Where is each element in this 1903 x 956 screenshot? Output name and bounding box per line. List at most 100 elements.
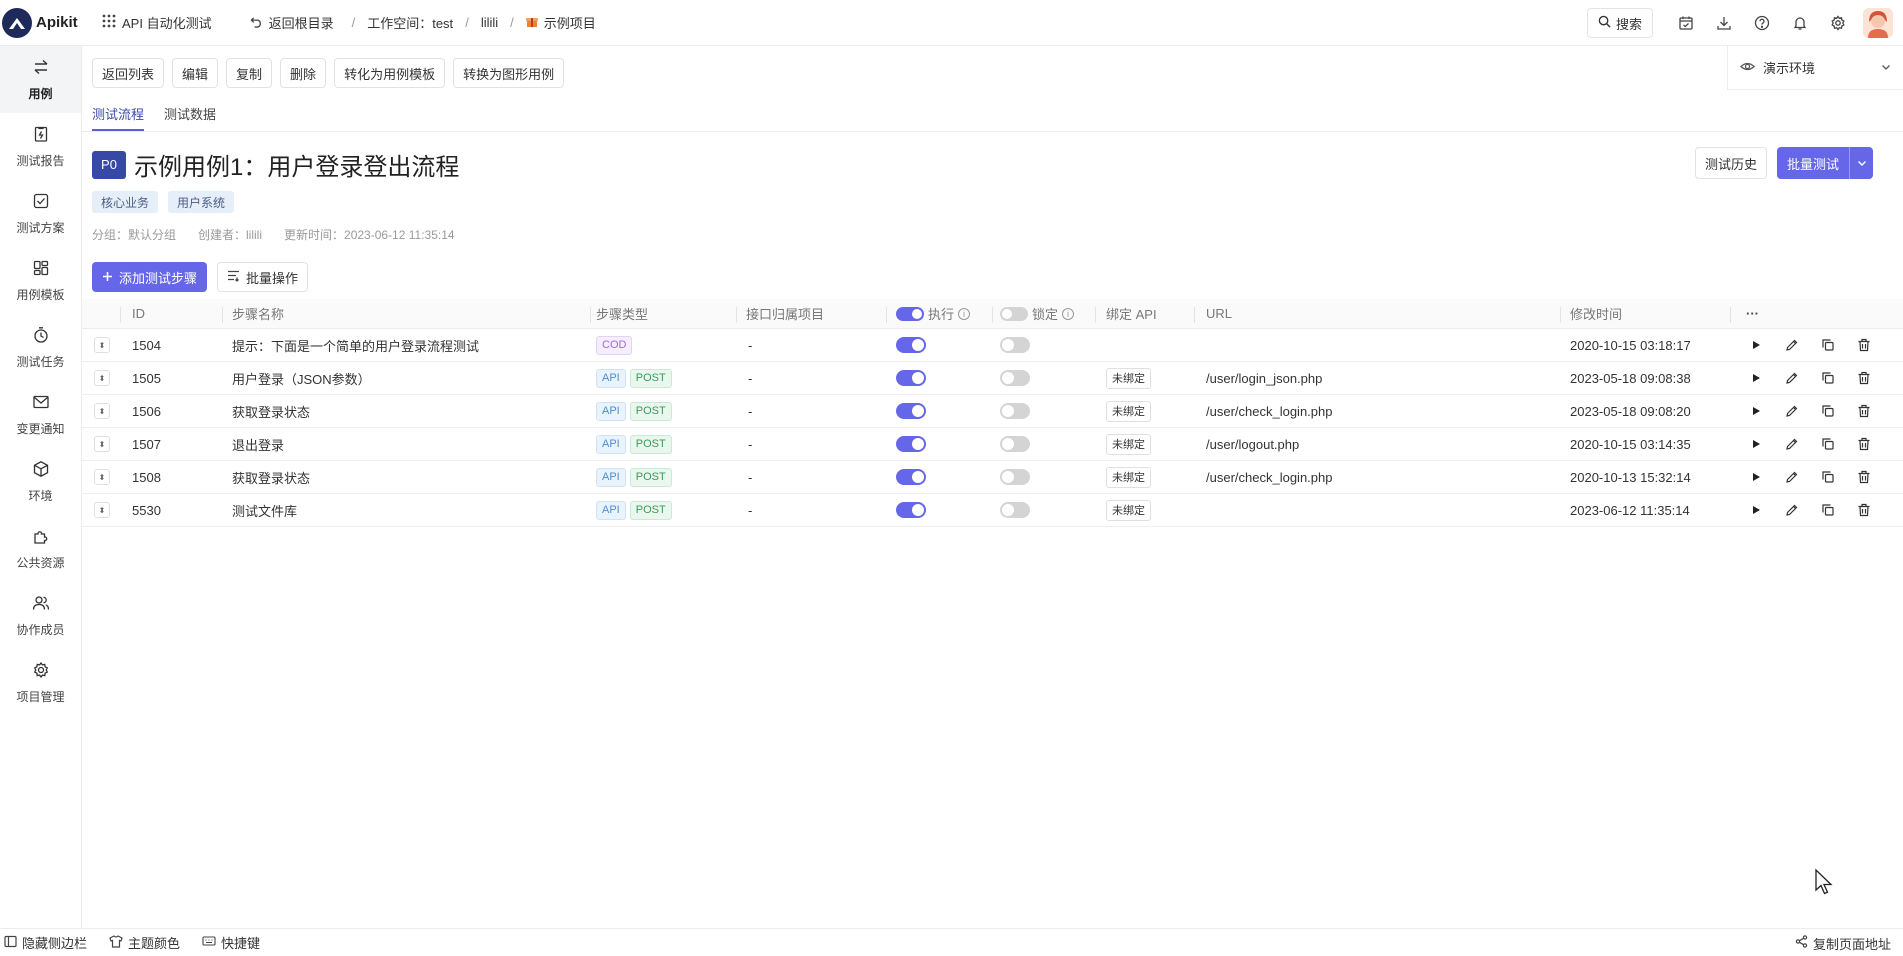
edit-icon[interactable] [1782, 368, 1802, 388]
logo[interactable]: Apikit [0, 0, 82, 46]
copy-url-button[interactable]: 复制页面地址 [1795, 929, 1891, 956]
sidebar-item-notifications[interactable]: 变更通知 [0, 381, 81, 448]
tab-test-data[interactable]: 测试数据 [164, 104, 216, 131]
bind-status[interactable]: 未绑定 [1106, 400, 1151, 422]
back-list-button[interactable]: 返回列表 [92, 58, 165, 88]
tab-test-flow[interactable]: 测试流程 [92, 104, 145, 131]
breadcrumb-user[interactable]: lilili [481, 15, 498, 30]
play-icon[interactable] [1746, 500, 1766, 520]
bind-status[interactable]: 未绑定 [1106, 433, 1151, 455]
table-row[interactable]: ⬍ 1507 退出登录 API POST - 未绑定 /user/logout.… [82, 428, 1903, 461]
copy-icon[interactable] [1818, 335, 1838, 355]
test-history-button[interactable]: 测试历史 [1694, 147, 1767, 179]
copy-button[interactable]: 复制 [226, 58, 273, 88]
table-row[interactable]: ⬍ 5530 测试文件库 API POST - 未绑定 2023-06-12 1… [82, 494, 1903, 527]
help-icon[interactable] [1743, 4, 1781, 42]
hide-sidebar-button[interactable]: 隐藏侧边栏 [4, 933, 87, 952]
batch-ops-button[interactable]: 批量操作 [217, 262, 309, 292]
sidebar-item-project-settings[interactable]: 项目管理 [0, 649, 81, 716]
edit-button[interactable]: 编辑 [172, 58, 219, 88]
copy-icon[interactable] [1818, 401, 1838, 421]
lock-toggle[interactable] [1000, 502, 1030, 518]
step-name[interactable]: 获取登录状态 [232, 461, 310, 493]
sidebar-item-plans[interactable]: 测试方案 [0, 180, 81, 247]
settings-gear-icon[interactable] [1819, 4, 1857, 42]
batch-test-button[interactable]: 批量测试 [1776, 147, 1873, 179]
bind-status[interactable]: 未绑定 [1106, 466, 1151, 488]
bind-status[interactable]: 未绑定 [1106, 499, 1151, 521]
back-root-button[interactable]: 返回根目录 [250, 13, 334, 32]
lock-toggle[interactable] [1000, 403, 1030, 419]
add-step-button[interactable]: 添加测试步骤 [92, 262, 208, 292]
play-icon[interactable] [1746, 467, 1766, 487]
step-name[interactable]: 退出登录 [232, 428, 284, 460]
sidebar-item-public-resources[interactable]: 公共资源 [0, 515, 81, 582]
step-name[interactable]: 获取登录状态 [232, 395, 310, 427]
sidebar-item-reports[interactable]: 测试报告 [0, 113, 81, 180]
chevron-down-icon[interactable] [1849, 147, 1873, 179]
environment-select[interactable]: 演示环境 [1727, 46, 1903, 90]
theme-color-button[interactable]: 主题颜色 [109, 933, 180, 952]
drag-handle-icon[interactable]: ⬍ [94, 469, 110, 485]
copy-icon[interactable] [1818, 368, 1838, 388]
lock-toggle[interactable] [1000, 469, 1030, 485]
edit-icon[interactable] [1782, 467, 1802, 487]
lock-toggle[interactable] [1000, 370, 1030, 386]
trash-icon[interactable] [1854, 434, 1874, 454]
edit-icon[interactable] [1782, 401, 1802, 421]
calendar-icon[interactable] [1667, 4, 1705, 42]
drag-handle-icon[interactable]: ⬍ [94, 436, 110, 452]
drag-handle-icon[interactable]: ⬍ [94, 370, 110, 386]
lock-all-toggle[interactable] [1000, 306, 1028, 321]
step-name[interactable]: 提示：下面是一个简单的用户登录流程测试 [232, 329, 479, 361]
copy-icon[interactable] [1818, 500, 1838, 520]
drag-handle-icon[interactable]: ⬍ [94, 403, 110, 419]
download-icon[interactable] [1705, 4, 1743, 42]
delete-button[interactable]: 删除 [280, 58, 327, 88]
drag-handle-icon[interactable]: ⬍ [94, 502, 110, 518]
table-row[interactable]: ⬍ 1508 获取登录状态 API POST - 未绑定 /user/check… [82, 461, 1903, 494]
edit-icon[interactable] [1782, 335, 1802, 355]
copy-icon[interactable] [1818, 467, 1838, 487]
exec-toggle[interactable] [896, 370, 926, 386]
table-row[interactable]: ⬍ 1505 用户登录（JSON参数） API POST - 未绑定 /user… [82, 362, 1903, 395]
trash-icon[interactable] [1854, 335, 1874, 355]
play-icon[interactable] [1746, 368, 1766, 388]
exec-toggle[interactable] [896, 469, 926, 485]
edit-icon[interactable] [1782, 500, 1802, 520]
trash-icon[interactable] [1854, 368, 1874, 388]
bell-icon[interactable] [1781, 4, 1819, 42]
sidebar-item-cases[interactable]: 用例 [0, 46, 81, 113]
play-icon[interactable] [1746, 335, 1766, 355]
copy-icon[interactable] [1818, 434, 1838, 454]
step-name[interactable]: 测试文件库 [232, 494, 297, 526]
sidebar-item-templates[interactable]: 用例模板 [0, 247, 81, 314]
breadcrumb-project[interactable]: 示例项目 [544, 13, 596, 32]
play-icon[interactable] [1746, 401, 1766, 421]
sidebar-item-tasks[interactable]: 测试任务 [0, 314, 81, 381]
shortcuts-button[interactable]: 快捷键 [202, 933, 260, 952]
exec-all-toggle[interactable] [896, 306, 924, 321]
exec-toggle[interactable] [896, 502, 926, 518]
step-name[interactable]: 用户登录（JSON参数） [232, 362, 371, 394]
lock-toggle[interactable] [1000, 436, 1030, 452]
edit-icon[interactable] [1782, 434, 1802, 454]
exec-toggle[interactable] [896, 403, 926, 419]
exec-toggle[interactable] [896, 337, 926, 353]
play-icon[interactable] [1746, 434, 1766, 454]
exec-toggle[interactable] [896, 436, 926, 452]
module-switcher[interactable]: API 自动化测试 [102, 13, 212, 32]
sidebar-item-environment[interactable]: 环境 [0, 448, 81, 515]
lock-toggle[interactable] [1000, 337, 1030, 353]
bind-status[interactable]: 未绑定 [1106, 367, 1151, 389]
more-columns-icon[interactable]: ··· [1746, 299, 1759, 328]
table-row[interactable]: ⬍ 1504 提示：下面是一个简单的用户登录流程测试 COD - 2020-10… [82, 329, 1903, 362]
breadcrumb-workspace[interactable]: 工作空间：test [367, 13, 453, 32]
avatar[interactable] [1863, 8, 1893, 38]
trash-icon[interactable] [1854, 467, 1874, 487]
trash-icon[interactable] [1854, 401, 1874, 421]
drag-handle-icon[interactable]: ⬍ [94, 337, 110, 353]
to-template-button[interactable]: 转化为用例模板 [334, 58, 446, 88]
sidebar-item-members[interactable]: 协作成员 [0, 582, 81, 649]
table-row[interactable]: ⬍ 1506 获取登录状态 API POST - 未绑定 /user/check… [82, 395, 1903, 428]
